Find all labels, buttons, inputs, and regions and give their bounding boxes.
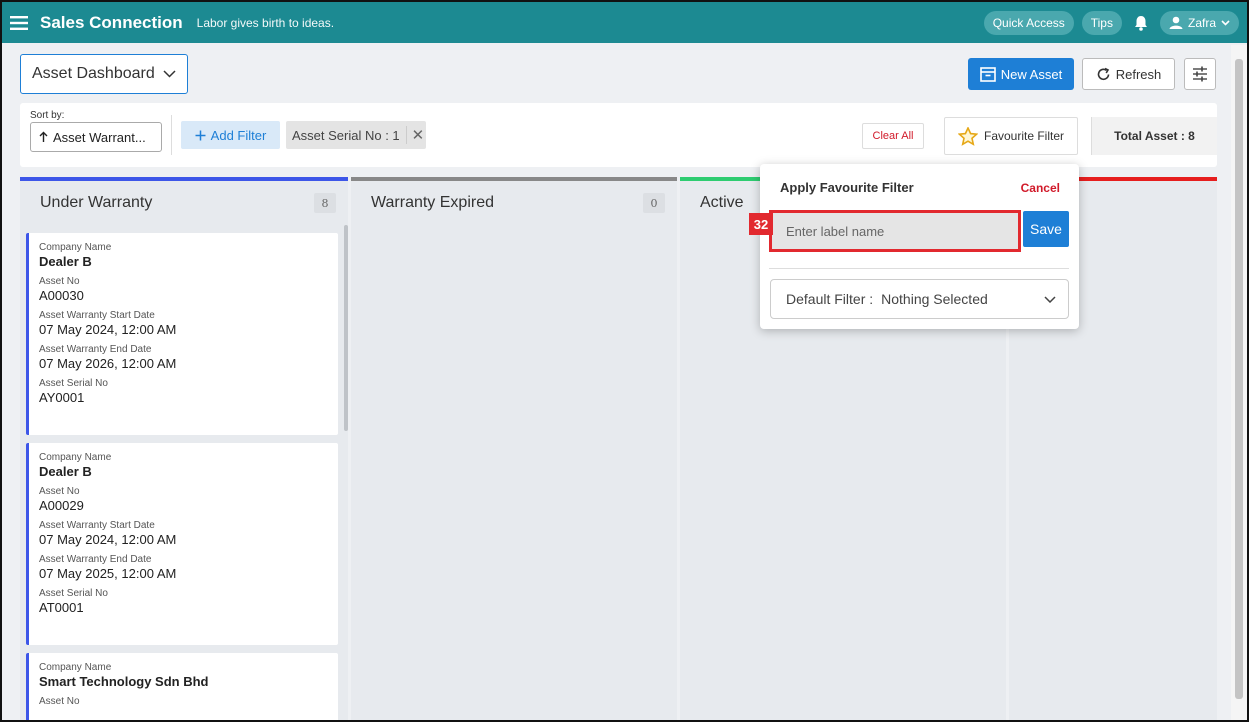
default-filter-value: Nothing Selected [881, 291, 988, 307]
favourite-filter-label: Favourite Filter [983, 129, 1065, 143]
favourite-filter-button[interactable]: Favourite Filter [944, 117, 1078, 155]
step-badge: 32 [749, 213, 773, 235]
asset-card[interactable]: Company Name Dealer B Asset No A00029 As… [26, 443, 338, 645]
asset-card[interactable]: Company Name Smart Technology Sdn Bhd As… [26, 653, 338, 720]
new-asset-label: New Asset [1000, 66, 1063, 82]
column-warranty-expired: Warranty Expired 0 [351, 177, 677, 720]
star-icon [957, 126, 978, 146]
field-label: Asset No [39, 276, 80, 287]
company-name: Smart Technology Sdn Bhd [39, 674, 209, 689]
filter-chip-label: Asset Serial No : 1 [292, 127, 400, 143]
close-icon[interactable]: ✕ [405, 126, 424, 144]
clear-all-button[interactable]: Clear All [862, 123, 924, 149]
divider [769, 268, 1069, 269]
bell-icon[interactable] [1130, 11, 1152, 35]
filter-bar: Sort by: Asset Warrant... Add Filter Ass… [20, 103, 1217, 167]
field-label: Company Name [39, 662, 112, 673]
filter-chip[interactable]: Asset Serial No : 1 ✕ [286, 121, 426, 149]
field-label: Asset Warranty End Date [39, 554, 152, 565]
field-label: Asset Serial No [39, 378, 108, 389]
page-scrollbar[interactable] [1231, 45, 1247, 720]
user-name: Zafra [1187, 15, 1216, 30]
field-label: Asset No [39, 486, 80, 497]
settings-button[interactable] [1184, 58, 1216, 90]
label-name-input[interactable] [786, 223, 1018, 239]
divider [171, 115, 172, 155]
chevron-down-icon [1221, 19, 1230, 26]
tagline: Labor gives birth to ideas. [196, 15, 335, 30]
field-label: Asset Serial No [39, 588, 108, 599]
tips-button[interactable]: Tips [1081, 10, 1122, 35]
sort-label: Sort by: [30, 110, 65, 121]
add-filter-button[interactable]: Add Filter [181, 121, 280, 149]
sort-value: Asset Warrant... [53, 129, 146, 145]
field-label: Asset No [39, 696, 80, 707]
column-scrollbar[interactable] [344, 225, 348, 431]
arrow-up-icon [39, 131, 48, 142]
column-under-warranty: Under Warranty 8 Company Name Dealer B A… [20, 177, 348, 720]
field-label: Asset Warranty Start Date [39, 310, 155, 321]
asset-no: A00029 [39, 498, 84, 513]
save-button[interactable]: Save [1023, 211, 1069, 247]
field-label: Asset Warranty End Date [39, 344, 152, 355]
field-label: Company Name [39, 452, 112, 463]
column-title: Warranty Expired [371, 194, 494, 211]
field-label: Company Name [39, 242, 112, 253]
favourite-filter-popup: Apply Favourite Filter Cancel 32 Save De… [749, 164, 1079, 329]
asset-serial-no: AY0001 [39, 390, 85, 405]
popup-title: Apply Favourite Filter [780, 180, 914, 195]
chevron-down-icon [1044, 295, 1056, 303]
archive-icon [979, 66, 996, 82]
label-name-field[interactable]: 32 [749, 210, 1021, 252]
warranty-end-date: 07 May 2026, 12:00 AM [39, 356, 177, 371]
menu-icon[interactable] [2, 2, 36, 43]
column-title: Active [700, 194, 744, 211]
default-filter-select[interactable]: Default Filter : Nothing Selected [770, 279, 1069, 319]
company-name: Dealer B [39, 464, 92, 479]
new-asset-button[interactable]: New Asset [968, 58, 1074, 90]
chevron-down-icon [163, 70, 176, 78]
plus-icon [195, 130, 206, 140]
top-bar: Sales Connection Labor gives birth to id… [2, 2, 1247, 43]
warranty-start-date: 07 May 2024, 12:00 AM [39, 322, 177, 337]
refresh-icon [1097, 67, 1110, 80]
app-title[interactable]: Sales Connection [40, 13, 183, 33]
asset-no: A00030 [39, 288, 84, 303]
quick-access-button[interactable]: Quick Access [983, 10, 1074, 35]
add-filter-label: Add Filter [210, 127, 267, 143]
refresh-button[interactable]: Refresh [1082, 58, 1175, 90]
user-menu[interactable]: Zafra [1159, 10, 1239, 35]
dashboard-select-value: Asset Dashboard [32, 65, 155, 82]
column-count: 8 [314, 193, 336, 213]
company-name: Dealer B [39, 254, 92, 269]
user-icon [1169, 16, 1183, 29]
app-frame: Sales Connection Labor gives birth to id… [0, 0, 1249, 722]
asset-card[interactable]: Company Name Dealer B Asset No A00030 As… [26, 233, 338, 435]
total-asset-count: Total Asset : 8 [1091, 117, 1217, 155]
dashboard-select[interactable]: Asset Dashboard [20, 54, 188, 94]
sort-select[interactable]: Asset Warrant... [30, 122, 162, 152]
asset-serial-no: AT0001 [39, 600, 84, 615]
field-label: Asset Warranty Start Date [39, 520, 155, 531]
page-scrollbar-thumb[interactable] [1235, 59, 1243, 699]
refresh-label: Refresh [1115, 66, 1162, 82]
warranty-end-date: 07 May 2025, 12:00 AM [39, 566, 177, 581]
column-count: 0 [643, 193, 665, 213]
column-title: Under Warranty [40, 194, 153, 211]
sliders-icon [1193, 66, 1207, 82]
default-filter-label: Default Filter : [786, 291, 874, 307]
cancel-button[interactable]: Cancel [1021, 181, 1060, 195]
warranty-start-date: 07 May 2024, 12:00 AM [39, 532, 177, 547]
